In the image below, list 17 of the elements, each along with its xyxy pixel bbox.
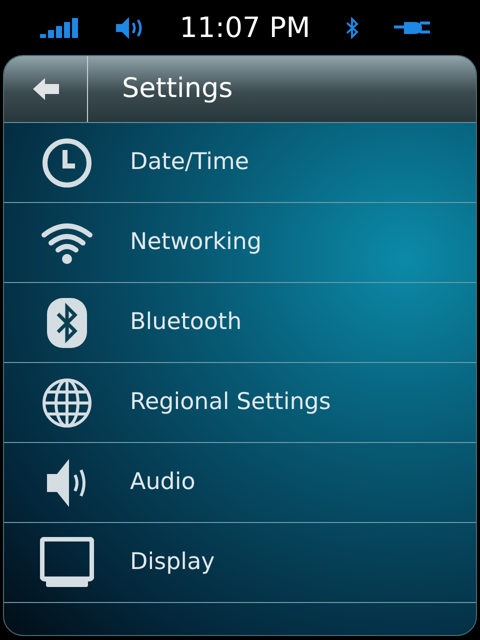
globe-icon: [41, 376, 93, 428]
plug-icon: [394, 18, 430, 36]
bluetooth-icon: [345, 16, 360, 38]
menu-item[interactable]: Display: [4, 523, 476, 603]
menu-item[interactable]: Networking: [4, 203, 476, 283]
clock-icon: [41, 136, 93, 188]
wifi-icon: [41, 220, 93, 264]
menu-item[interactable]: Date/Time: [4, 123, 476, 203]
bluetooth-icon: [46, 296, 88, 348]
menu-item[interactable]: Audio: [4, 443, 476, 523]
monitor-icon: [40, 536, 94, 588]
menu-item[interactable]: Bluetooth: [4, 283, 476, 363]
header-title: Settings: [122, 72, 233, 106]
menu-item[interactable]: Regional Settings: [4, 363, 476, 443]
clock-time: 11:07 PM: [180, 10, 310, 46]
signal-icon: [40, 18, 80, 38]
back-arrow-icon: [32, 78, 58, 100]
